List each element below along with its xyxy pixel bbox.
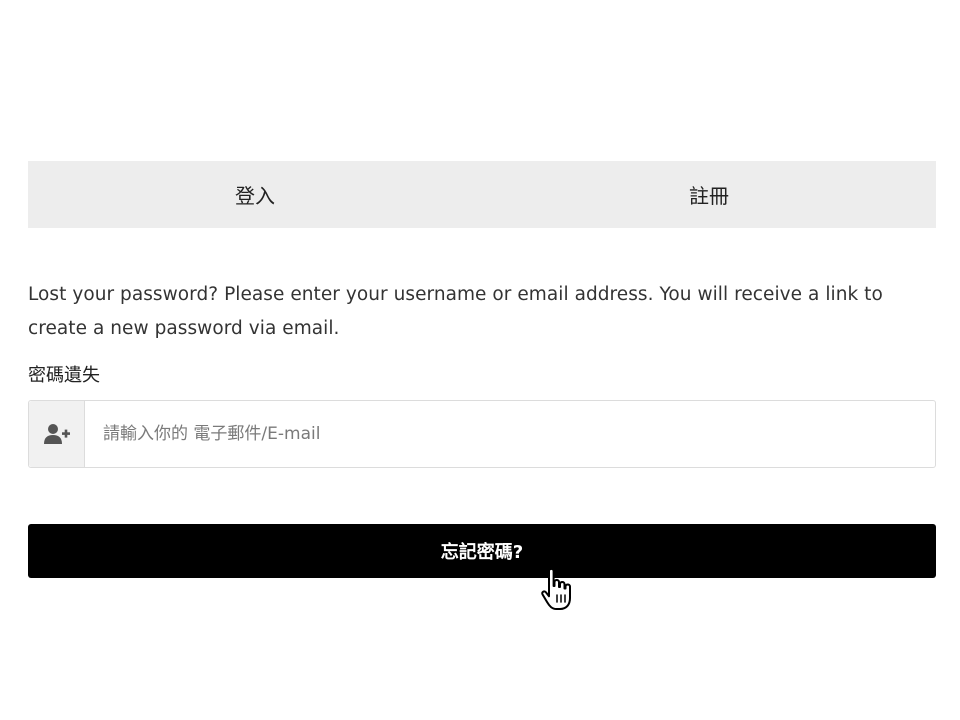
email-input[interactable] [85,401,935,467]
lost-password-description: Lost your password? Please enter your us… [28,284,883,339]
auth-tabs: 登入 註冊 [28,161,936,228]
forgot-password-button[interactable]: 忘記密碼? [28,524,936,578]
email-input-group [28,400,936,468]
tab-login[interactable]: 登入 [28,161,482,228]
tab-register[interactable]: 註冊 [482,161,936,228]
user-plus-icon [29,401,85,467]
lost-password-label: 密碼遺失 [28,365,100,386]
